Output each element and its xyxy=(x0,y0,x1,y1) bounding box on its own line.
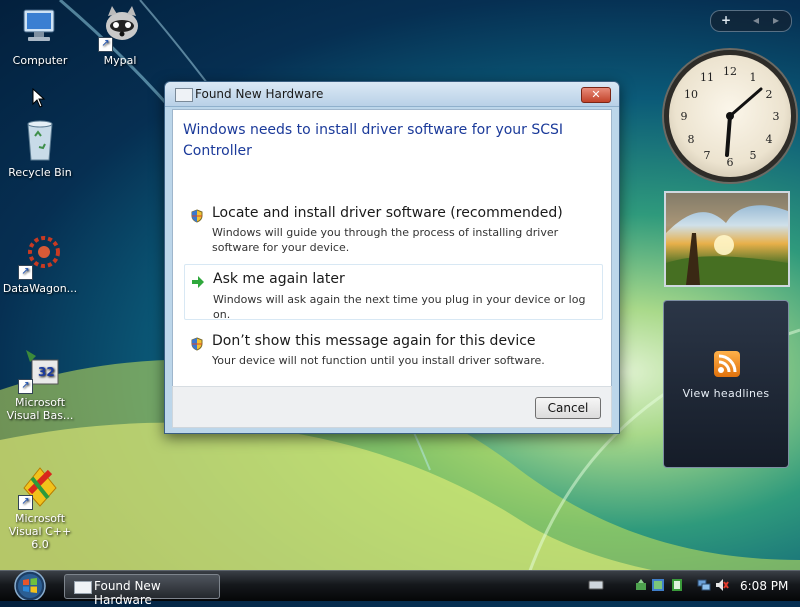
svg-text:11: 11 xyxy=(700,71,714,84)
option-ask-later[interactable]: Ask me again later Windows will ask agai… xyxy=(184,264,603,321)
svg-text:2: 2 xyxy=(766,88,773,101)
svg-text:9: 9 xyxy=(681,110,688,123)
shortcut-arrow-icon: ↗ xyxy=(98,37,113,52)
shield-icon xyxy=(191,209,203,223)
close-button[interactable]: ✕ xyxy=(581,87,611,103)
green-arrow-icon xyxy=(192,276,204,288)
desktop-icon-datawagon[interactable]: ↗ DataWagon... xyxy=(0,232,80,295)
svg-text:4: 4 xyxy=(766,133,773,146)
security-center-icon[interactable] xyxy=(670,578,684,592)
next-page-button[interactable]: ▸ xyxy=(773,13,779,27)
feed-headlines-gadget[interactable]: View headlines xyxy=(663,300,789,468)
volume-muted-icon[interactable] xyxy=(715,578,729,592)
view-headlines-label[interactable]: View headlines xyxy=(664,387,788,400)
raccoon-icon: ↗ xyxy=(96,4,144,52)
option-title: Locate and install driver software (reco… xyxy=(212,205,563,221)
option-title: Ask me again later xyxy=(213,271,345,287)
svg-text:6: 6 xyxy=(727,156,734,169)
svg-text:10: 10 xyxy=(684,88,698,101)
taskbar-item-found-new-hardware[interactable]: Found New Hardware xyxy=(64,574,220,607)
svg-text:8: 8 xyxy=(688,133,695,146)
found-new-hardware-dialog: Found New Hardware ✕ Windows needs to in… xyxy=(164,81,620,434)
svg-text:3: 3 xyxy=(773,110,780,123)
option-description: Your device will not function until you … xyxy=(212,354,545,367)
add-gadget-button[interactable]: + xyxy=(721,13,731,27)
desktop-icon-visual-cpp[interactable]: ↗ Microsoft Visual C++ 6.0 xyxy=(0,462,80,551)
desktop-icon-label: Computer xyxy=(12,54,68,67)
clock-time[interactable]: 6:08 PM xyxy=(740,579,788,593)
windows-defender-icon[interactable] xyxy=(651,578,665,592)
datawagon-icon: ↗ xyxy=(16,232,64,280)
svg-text:5: 5 xyxy=(750,149,757,162)
desktop-icon-visual-basic[interactable]: 32 ↗ Microsoft Visual Bas... xyxy=(0,346,80,422)
dialog-title: Found New Hardware xyxy=(195,87,324,101)
option-description: Windows will ask again the next time you… xyxy=(213,293,586,321)
sidebar-controls: + ◂ ▸ xyxy=(710,10,792,32)
desktop-icon-label: Microsoft Visual Bas... xyxy=(6,396,74,422)
visual-cpp-icon: ↗ xyxy=(16,462,64,510)
hardware-icon xyxy=(175,88,193,102)
prev-page-button[interactable]: ◂ xyxy=(753,13,759,27)
shortcut-arrow-icon: ↗ xyxy=(18,265,33,280)
dialog-titlebar[interactable]: Found New Hardware ✕ xyxy=(165,82,619,107)
svg-text:12: 12 xyxy=(723,65,737,78)
desktop-icon-label: Recycle Bin xyxy=(8,166,72,179)
dialog-heading: Windows needs to install driver software… xyxy=(183,122,564,159)
network-icon[interactable] xyxy=(697,578,711,592)
recycle-bin-icon xyxy=(16,116,64,164)
desktop-icon-label: Microsoft Visual C++ 6.0 xyxy=(8,512,72,551)
start-button[interactable] xyxy=(9,568,51,600)
svg-text:7: 7 xyxy=(704,149,711,162)
desktop-icon-recycle-bin[interactable]: Recycle Bin xyxy=(0,116,80,179)
visual-basic-icon: 32 ↗ xyxy=(16,346,64,394)
safely-remove-hardware-icon[interactable] xyxy=(634,578,648,592)
landscape-photo-icon xyxy=(666,193,788,285)
keyboard-icon[interactable] xyxy=(588,578,604,592)
dialog-content: Windows needs to install driver software… xyxy=(172,109,612,387)
svg-text:32: 32 xyxy=(38,365,55,379)
desktop-icon-label: DataWagon... xyxy=(2,282,78,295)
clock-gadget[interactable]: 12 1 2 345 678 9 10 11 xyxy=(664,50,796,182)
desktop-icon-computer[interactable]: Computer xyxy=(0,4,80,67)
hardware-icon xyxy=(74,581,92,594)
mouse-pointer-icon xyxy=(32,88,46,108)
option-description: Windows will guide you through the proce… xyxy=(212,226,559,254)
clock-face-icon: 12 12 345 678 91011 xyxy=(681,65,780,169)
svg-text:1: 1 xyxy=(750,71,757,84)
desktop-icon-label: Mypal xyxy=(103,54,137,67)
slideshow-gadget[interactable] xyxy=(664,191,790,287)
option-title: Don’t show this message again for this d… xyxy=(212,333,536,349)
shortcut-arrow-icon: ↗ xyxy=(18,379,33,394)
taskbar-item-label: Found New Hardware xyxy=(94,579,161,607)
shortcut-arrow-icon: ↗ xyxy=(18,495,33,510)
cancel-button[interactable]: Cancel xyxy=(535,397,601,419)
option-locate-install[interactable]: Locate and install driver software (reco… xyxy=(183,204,603,254)
rss-icon xyxy=(714,351,740,377)
computer-icon xyxy=(16,4,64,52)
desktop-icon-mypal[interactable]: ↗ Mypal xyxy=(80,4,160,67)
shield-icon xyxy=(191,337,203,351)
option-dont-show[interactable]: Don’t show this message again for this d… xyxy=(183,332,603,372)
dialog-button-bar: Cancel xyxy=(172,386,612,428)
taskbar: Found New Hardware 6:08 PM xyxy=(0,570,800,607)
